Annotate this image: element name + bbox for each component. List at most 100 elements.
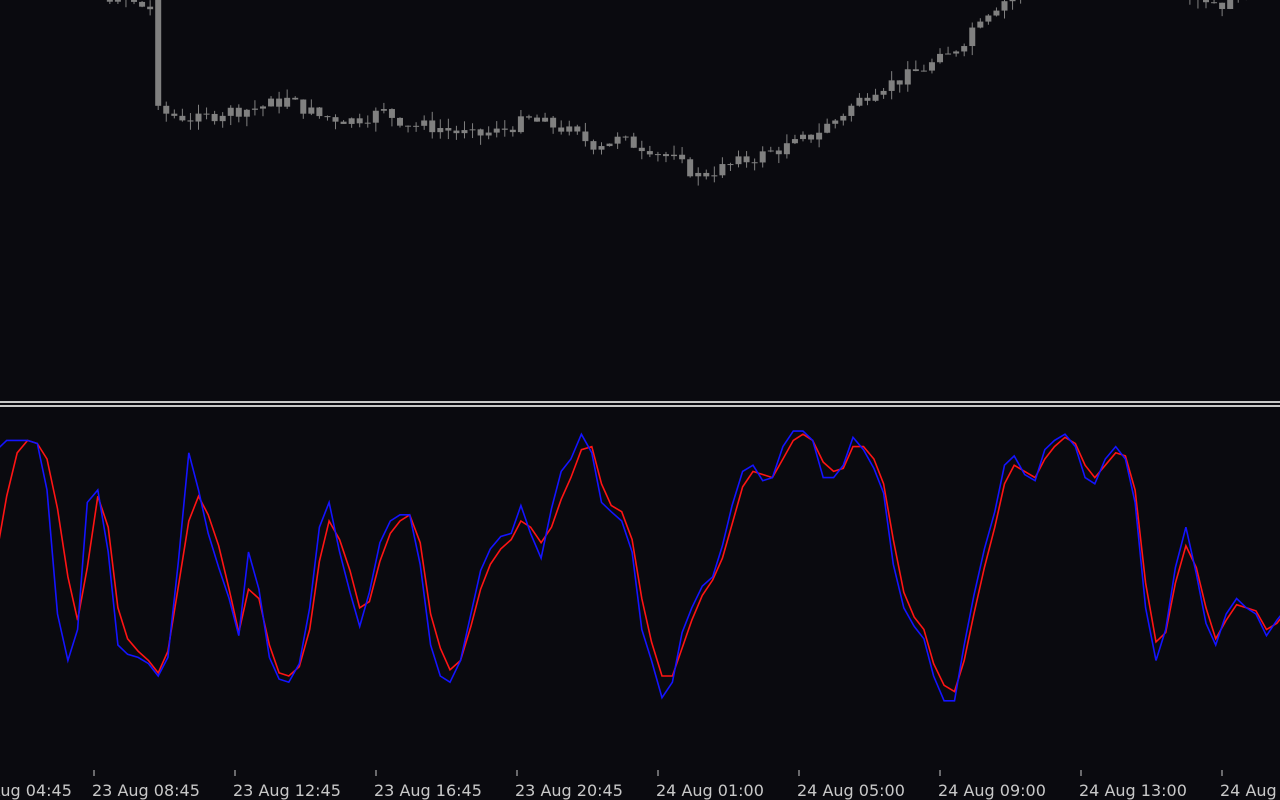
price-candle — [703, 169, 710, 180]
price-candle — [509, 126, 516, 137]
candle-body — [421, 120, 428, 126]
candle-body — [904, 69, 911, 85]
candle-body — [630, 136, 637, 148]
candle-body — [364, 122, 371, 124]
candle-body — [163, 105, 170, 114]
candle-body — [606, 143, 613, 147]
price-candle — [203, 107, 210, 120]
price-chart[interactable] — [0, 0, 1280, 400]
candle-body — [195, 113, 202, 122]
candle-body — [646, 151, 653, 155]
candle-body — [550, 117, 557, 128]
price-candle — [824, 118, 831, 134]
price-candle — [106, 0, 113, 5]
candle-body — [509, 129, 516, 133]
price-candle — [1219, 2, 1226, 17]
candle-body — [622, 136, 629, 138]
price-candle — [429, 111, 436, 139]
stochastic-oscillator-pane[interactable] — [0, 408, 1280, 770]
candle-body — [1001, 1, 1008, 11]
time-axis-label: 24 Aug 13:00 — [1079, 781, 1187, 800]
price-candle — [582, 122, 589, 147]
price-candle — [405, 125, 412, 133]
price-candle — [775, 146, 782, 164]
pane-separator[interactable] — [0, 400, 1280, 408]
candle-body — [920, 70, 927, 72]
price-candle — [920, 64, 927, 72]
candle-body — [493, 128, 500, 133]
candle-body — [743, 156, 750, 163]
time-axis-label: 24 Aug 17:00 — [1220, 781, 1280, 800]
price-candle — [590, 139, 597, 155]
price-candle — [977, 18, 984, 29]
candle-body — [961, 46, 968, 52]
candle-body — [187, 120, 194, 122]
candle-body — [517, 116, 524, 133]
candle-body — [928, 62, 935, 71]
price-candle — [646, 145, 653, 158]
candle-body — [800, 134, 806, 140]
candle-body — [735, 156, 742, 165]
price-candle — [630, 132, 637, 149]
candle-body — [227, 107, 234, 116]
time-axis: 23 Aug 04:45 23 Aug 08:45 23 Aug 12:45 23 A… — [0, 770, 1280, 800]
price-candle — [125, 0, 127, 8]
price-candle — [912, 60, 919, 72]
price-candle — [534, 114, 541, 122]
price-candle — [388, 108, 395, 127]
price-candle — [550, 115, 557, 134]
candle-body — [259, 106, 266, 109]
candle-body — [671, 154, 678, 157]
candle-body — [888, 80, 895, 91]
price-candle — [662, 151, 669, 163]
candle-body — [582, 131, 589, 142]
price-candle — [848, 103, 855, 122]
price-candle — [856, 93, 863, 107]
price-candle — [179, 108, 186, 122]
candle-body — [566, 126, 573, 132]
candle-body — [139, 1, 146, 7]
candle-body — [824, 123, 831, 133]
candle-body — [292, 97, 299, 100]
price-candle — [1020, 0, 1022, 4]
candle-body — [880, 90, 887, 95]
price-candle — [679, 147, 686, 164]
price-candle — [364, 115, 371, 128]
price-candle — [904, 61, 911, 92]
price-candle — [961, 43, 968, 57]
price-candle — [735, 150, 742, 168]
candle-body — [1009, 0, 1016, 2]
price-candle — [711, 166, 718, 183]
candle-body — [477, 129, 484, 136]
price-candle — [195, 104, 202, 130]
price-candle — [316, 107, 323, 119]
price-candle — [687, 157, 694, 178]
price-candle — [1009, 0, 1016, 10]
price-candle — [840, 113, 847, 126]
price-candle — [638, 140, 645, 160]
price-candle — [719, 157, 726, 178]
candle-body — [380, 109, 387, 111]
time-axis-label: 24 Aug 05:00 — [797, 781, 905, 800]
price-candle — [155, 0, 162, 111]
candle-body — [590, 141, 597, 150]
chart-window[interactable]: 23 Aug 04:45 23 Aug 08:45 23 Aug 12:45 23 A… — [0, 0, 1280, 800]
price-candlestick-pane[interactable] — [0, 0, 1280, 400]
oscillator-chart[interactable] — [0, 408, 1280, 770]
price-candle — [163, 101, 170, 122]
price-candle — [276, 91, 283, 114]
candle-body — [324, 116, 331, 118]
candle-body — [243, 109, 250, 117]
price-candle — [300, 99, 307, 119]
candle-body — [300, 99, 307, 114]
candle-body — [316, 107, 323, 117]
price-candle — [445, 118, 452, 140]
candle-body — [832, 120, 839, 124]
candle-body — [614, 136, 621, 144]
price-candle — [880, 88, 887, 99]
candle-body — [719, 164, 726, 176]
time-axis-label: 23 Aug 20:45 — [515, 781, 623, 800]
candle-body — [405, 125, 412, 127]
price-candle — [566, 120, 573, 136]
candle-body — [783, 143, 790, 155]
